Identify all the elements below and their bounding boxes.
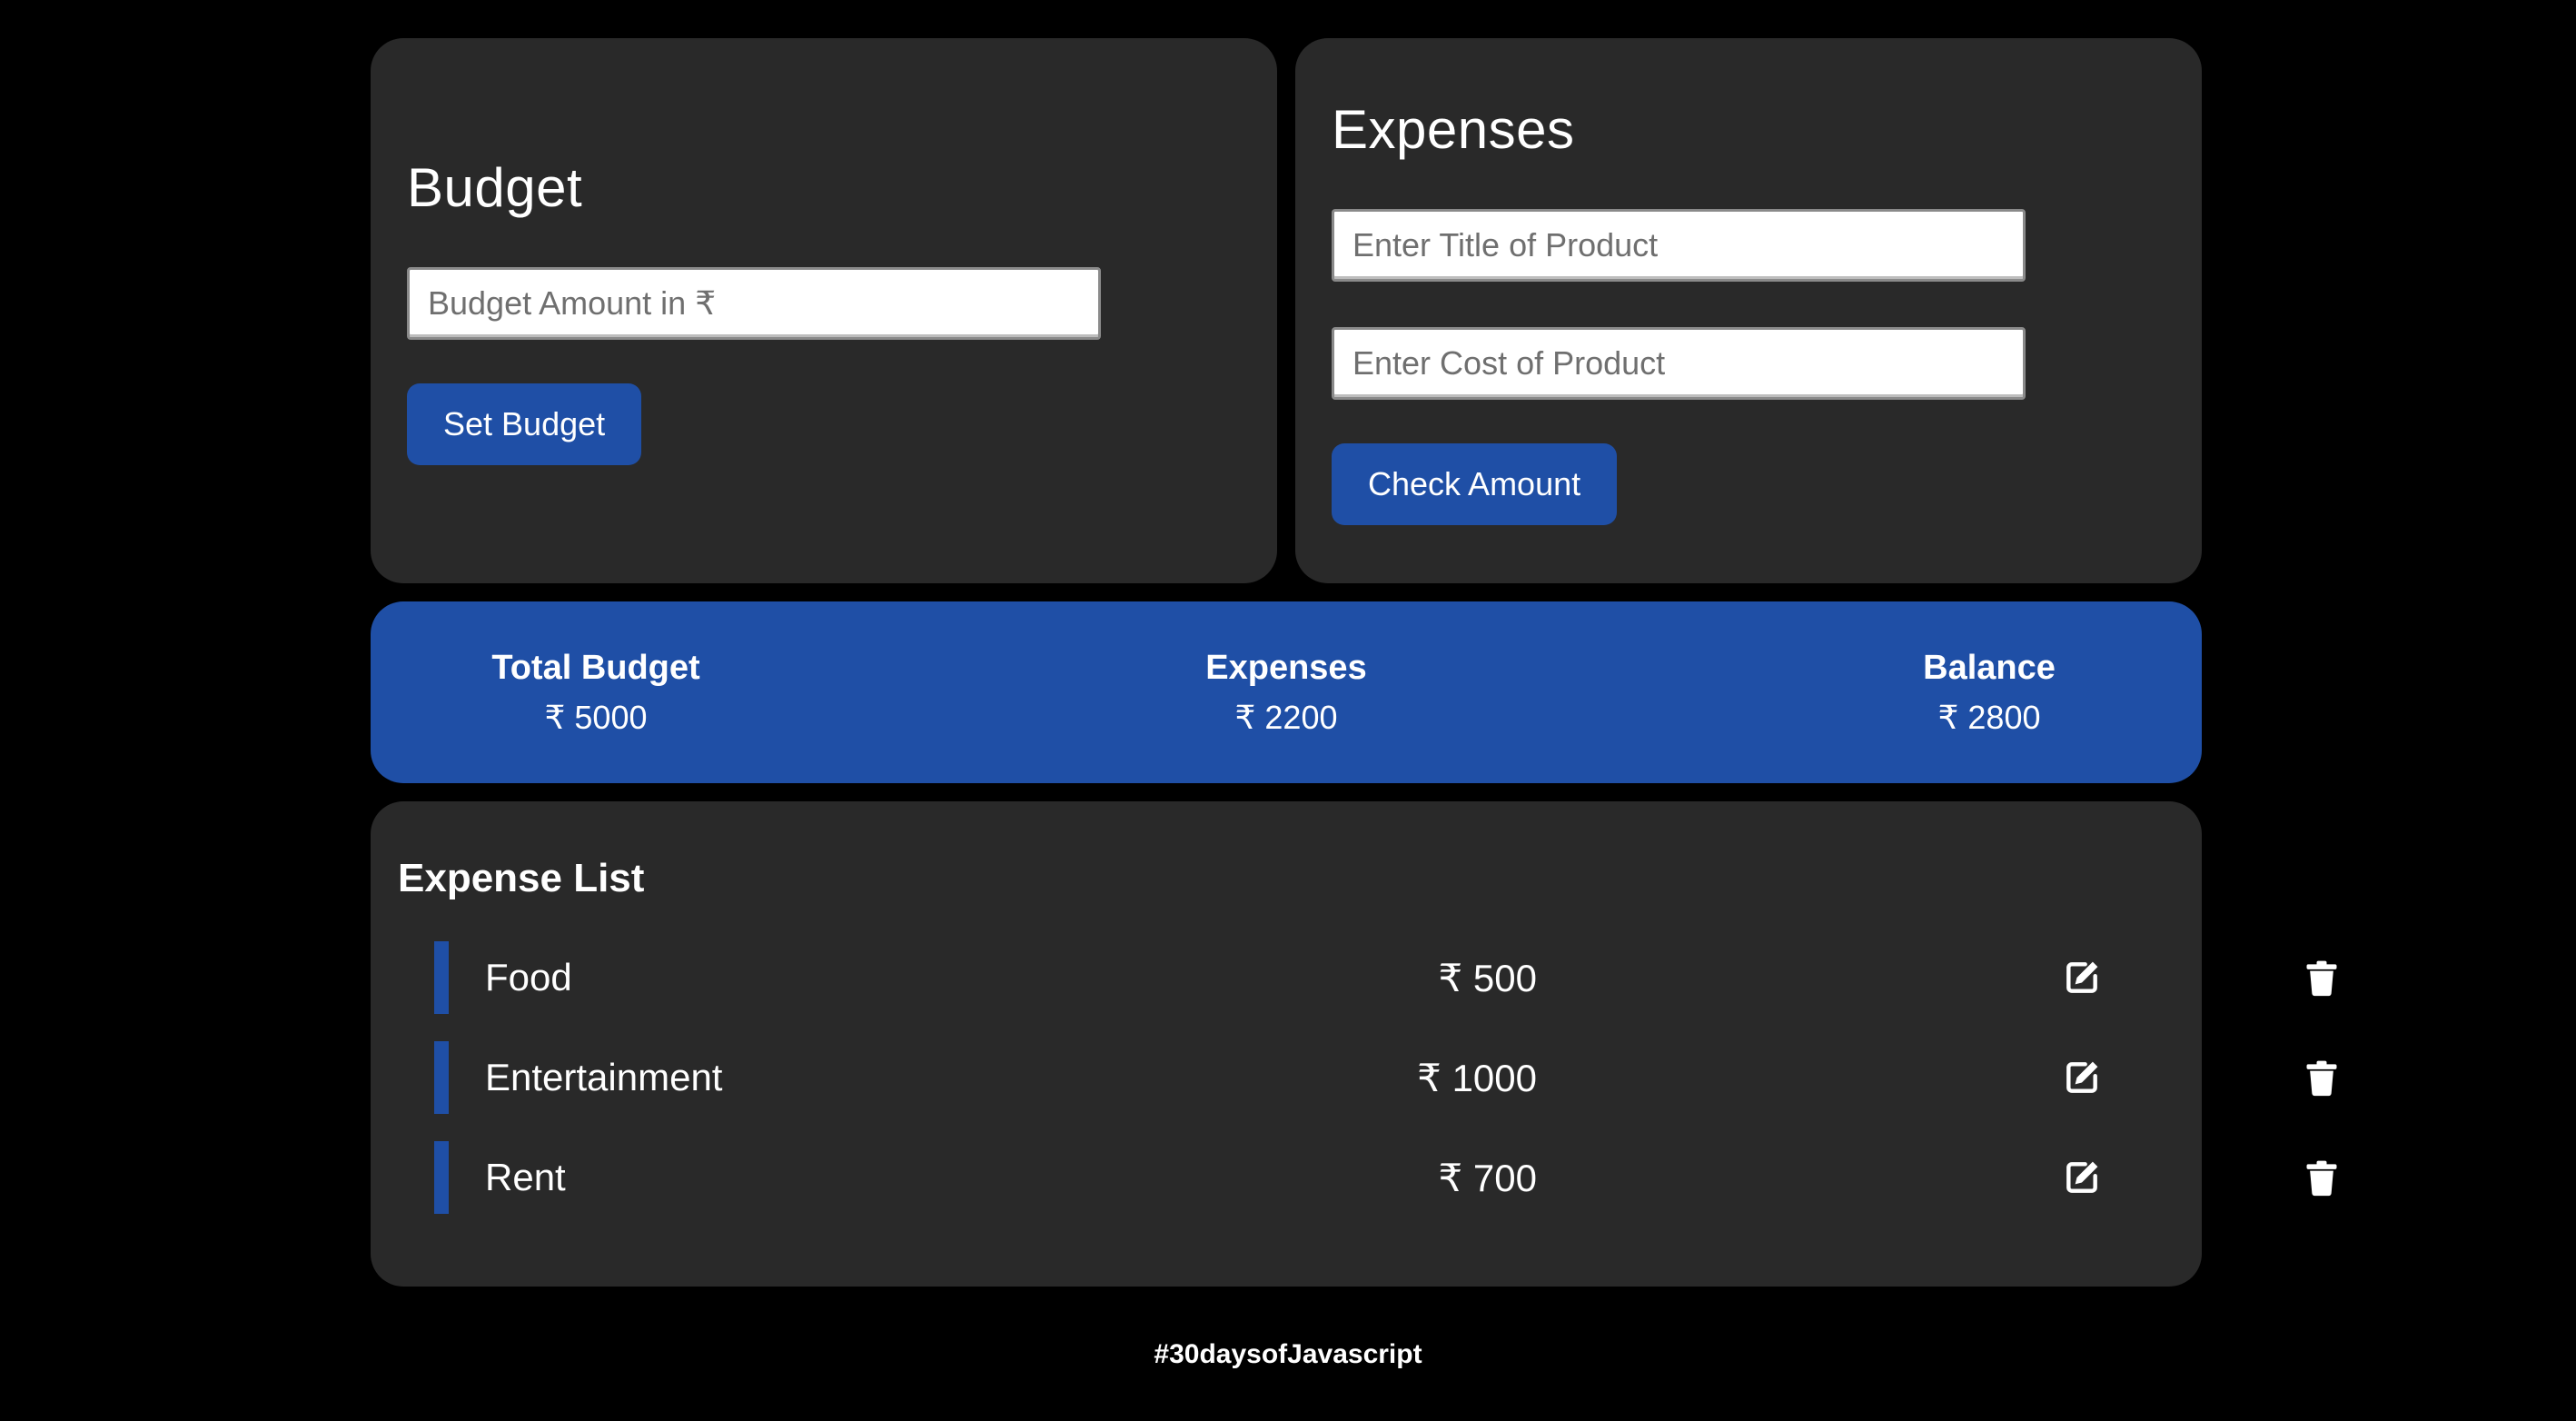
list-item: Entertainment ₹ 1000	[434, 1041, 2337, 1114]
check-amount-button[interactable]: Check Amount	[1332, 443, 1618, 525]
expense-title: Food	[485, 956, 572, 999]
total-budget-value: ₹ 5000	[544, 699, 648, 736]
expense-title: Entertainment	[485, 1056, 723, 1098]
set-budget-button[interactable]: Set Budget	[407, 383, 642, 465]
row-accent-bar	[434, 941, 449, 1014]
list-item: Food ₹ 500	[434, 941, 2337, 1014]
expenses-summary-label: Expenses	[1205, 649, 1367, 687]
trash-icon[interactable]	[2302, 1158, 2342, 1197]
expense-amount: ₹ 700	[1438, 1157, 1537, 1199]
budget-title: Budget	[407, 157, 583, 218]
expenses-summary: Expenses ₹ 2200	[1182, 649, 1391, 737]
balance-label: Balance	[1923, 649, 2056, 687]
budget-card: Budget Set Budget	[371, 38, 1277, 583]
expense-title: Rent	[485, 1156, 566, 1198]
balance-summary: Balance ₹ 2800	[1898, 649, 2080, 737]
balance-value: ₹ 2800	[1937, 699, 2041, 736]
expense-amount: ₹ 500	[1438, 957, 1537, 999]
row-accent-bar	[434, 1041, 449, 1114]
budget-amount-input[interactable]	[407, 267, 1101, 340]
trash-icon[interactable]	[2302, 1058, 2342, 1098]
trash-icon[interactable]	[2302, 958, 2342, 998]
list-item: Rent ₹ 700	[434, 1141, 2337, 1214]
expenses-summary-value: ₹ 2200	[1234, 699, 1338, 736]
product-title-input[interactable]	[1332, 209, 2026, 282]
total-budget-summary: Total Budget ₹ 5000	[478, 649, 714, 737]
total-budget-label: Total Budget	[491, 649, 700, 687]
row-accent-bar	[434, 1141, 449, 1214]
summary-bar: Total Budget ₹ 5000 Expenses ₹ 2200 Bala…	[371, 601, 2202, 783]
product-cost-input[interactable]	[1332, 327, 2026, 400]
expenses-title: Expenses	[1332, 99, 1575, 160]
expense-amount: ₹ 1000	[1417, 1057, 1537, 1099]
expense-list-title: Expense List	[398, 856, 645, 900]
edit-icon[interactable]	[2062, 1158, 2102, 1197]
expense-list-card: Expense List Food ₹ 500 Entertainment ₹ …	[371, 801, 2337, 1287]
expenses-card: Expenses Check Amount	[1295, 38, 2202, 583]
edit-icon[interactable]	[2062, 1058, 2102, 1098]
footer-hashtag: #30daysofJavascript	[1154, 1339, 1422, 1369]
edit-icon[interactable]	[2062, 958, 2102, 998]
